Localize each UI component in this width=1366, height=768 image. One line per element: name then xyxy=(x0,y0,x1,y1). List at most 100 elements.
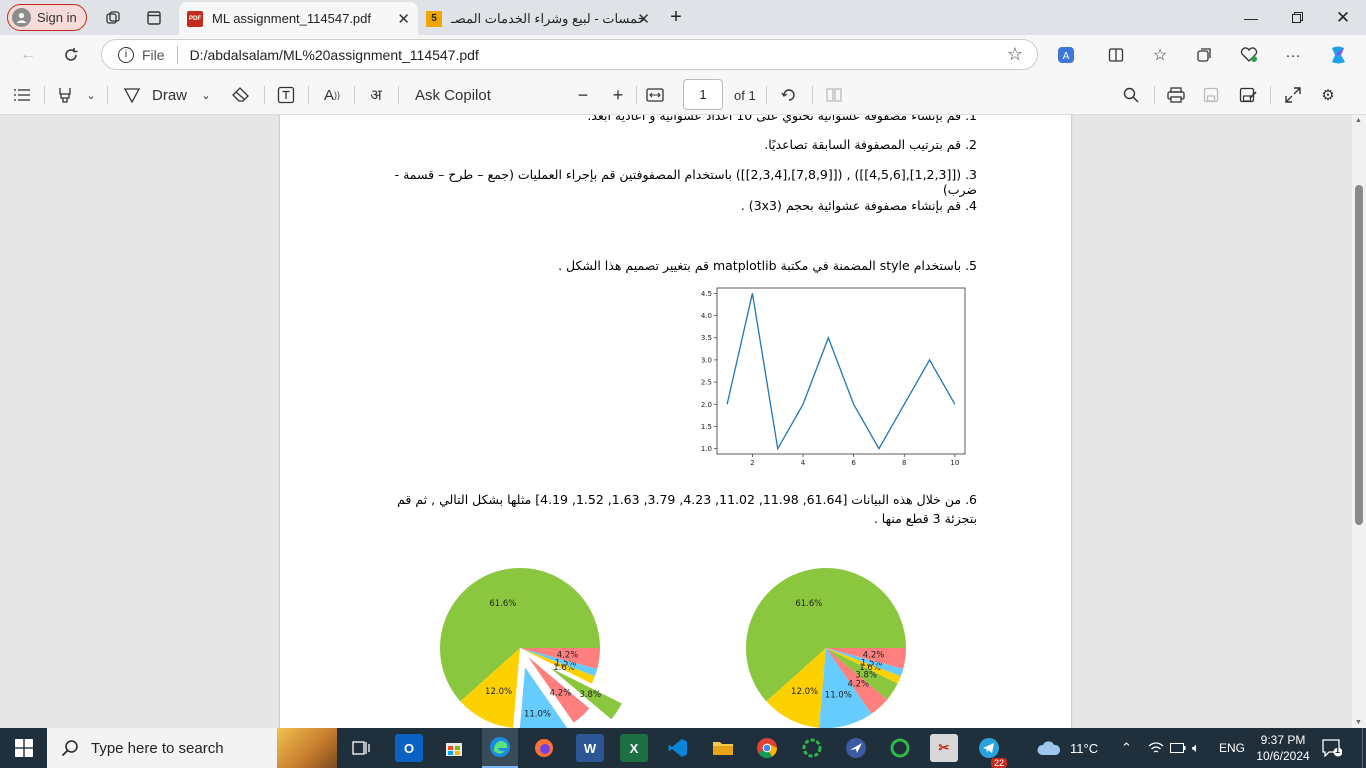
info-icon[interactable]: i xyxy=(118,46,134,63)
draw-button[interactable]: Draw xyxy=(152,75,187,115)
x-tick-label: 4 xyxy=(801,459,806,467)
scroll-down-icon[interactable]: ▼ xyxy=(1355,719,1362,726)
weather-widget[interactable]: 11°C xyxy=(1036,728,1098,768)
pdf-page: 1. قم بإنشاء مصفوفة عشوائية تحتوي على 10… xyxy=(280,115,1071,728)
vscode-icon[interactable] xyxy=(664,734,692,762)
chrome-icon[interactable] xyxy=(753,734,781,762)
pie-slice-label: 61.6% xyxy=(795,599,822,609)
close-tab-icon[interactable]: ✕ xyxy=(397,10,410,28)
task-view-icon[interactable] xyxy=(347,734,375,762)
tab-ml-assignment[interactable]: PDF ML assignment_114547.pdf ✕ xyxy=(179,2,418,35)
microsoft-store-icon[interactable] xyxy=(440,734,468,762)
back-icon[interactable]: ← xyxy=(16,43,40,67)
save-icon[interactable] xyxy=(1200,75,1222,115)
new-tab-button[interactable]: + xyxy=(664,4,688,31)
edge-icon[interactable] xyxy=(482,728,518,768)
outlook-icon[interactable]: O xyxy=(395,734,423,762)
firefox-icon[interactable] xyxy=(530,734,558,762)
page-total: of 1 xyxy=(734,87,756,103)
collections-icon[interactable] xyxy=(1192,43,1216,67)
page-view-icon[interactable] xyxy=(823,75,845,115)
workspaces-icon[interactable] xyxy=(100,4,126,31)
address-bar-row: ← i File D:/abdalsalam/ML%20assignment_1… xyxy=(0,35,1366,75)
sign-in-label: Sign in xyxy=(37,10,77,25)
url-field[interactable]: i File D:/abdalsalam/ML%20assignment_114… xyxy=(101,39,1038,70)
translate-page-icon[interactable]: अ xyxy=(364,75,388,115)
taskbar-search-box[interactable]: Type here to search xyxy=(47,728,337,768)
question-text: باستخدام style المضمنة في مكتبة matplotl… xyxy=(558,258,962,273)
y-tick-label: 3.5 xyxy=(701,334,712,342)
pie-slice-label: 4.2% xyxy=(550,688,572,698)
y-tick-label: 3.0 xyxy=(701,356,712,364)
telegram-icon[interactable]: 22 xyxy=(975,734,1007,768)
close-window-icon[interactable]: ✕ xyxy=(1320,0,1366,35)
question-number: 6. xyxy=(965,492,977,507)
eraser-icon[interactable] xyxy=(230,75,252,115)
battery-icon[interactable] xyxy=(1170,728,1186,768)
excel-icon[interactable]: X xyxy=(620,734,648,762)
read-aloud-icon[interactable]: A)) xyxy=(320,75,344,115)
word-icon[interactable]: W xyxy=(576,734,604,762)
app-tool-icon[interactable]: ✂ xyxy=(930,734,958,762)
clock[interactable]: 9:37 PM 10/6/2024 xyxy=(1255,728,1311,768)
page-number-input[interactable]: 1 xyxy=(683,79,723,110)
highlight-icon[interactable] xyxy=(55,75,75,115)
copilot-icon[interactable] xyxy=(1326,43,1350,67)
notifications-icon[interactable]: 1 xyxy=(1322,728,1342,768)
windows-start-icon[interactable] xyxy=(10,734,38,762)
show-desktop-button[interactable] xyxy=(1362,728,1366,768)
zoom-in-icon[interactable]: + xyxy=(608,75,628,115)
vertical-scrollbar[interactable]: ▲ ▼ xyxy=(1352,115,1366,728)
tab-khamsat[interactable]: 5 خمسات - لبيع وشراء الخدمات المصـ ✕ xyxy=(418,2,658,35)
save-as-icon[interactable] xyxy=(1237,75,1259,115)
question-text: ([[1,2,3],[4,5,6]]) , ([[7,8,9],[2,3,4]]… xyxy=(394,167,977,197)
contents-icon[interactable] xyxy=(10,75,34,115)
show-hidden-icons-icon[interactable]: ⌃ xyxy=(1121,728,1132,768)
more-options-icon[interactable]: ··· xyxy=(1281,43,1305,67)
pdf-viewer[interactable]: 1. قم بإنشاء مصفوفة عشوائية تحتوي على 10… xyxy=(0,115,1352,728)
close-tab-icon[interactable]: ✕ xyxy=(637,10,650,28)
khamsat-icon: 5 xyxy=(426,10,442,27)
app-ring-icon[interactable] xyxy=(798,734,826,762)
split-screen-icon[interactable] xyxy=(1104,43,1128,67)
draw-icon[interactable] xyxy=(122,75,142,115)
rotate-icon[interactable] xyxy=(778,75,800,115)
minimize-icon[interactable]: — xyxy=(1228,0,1274,35)
tab-actions-icon[interactable] xyxy=(141,4,167,31)
favorites-icon[interactable]: ☆ xyxy=(1148,43,1172,67)
question-text: قم بإنشاء مصفوفة عشوائية تحتوي على 10 أع… xyxy=(587,115,962,123)
pie-slice-label: 4.2% xyxy=(863,650,885,660)
refresh-icon[interactable] xyxy=(59,43,83,67)
app-ring-green-icon[interactable] xyxy=(886,734,914,762)
sign-in-button[interactable]: Sign in xyxy=(7,4,87,31)
search-document-icon[interactable] xyxy=(1120,75,1142,115)
search-placeholder: Type here to search xyxy=(91,739,224,757)
question-4: 4. قم بإنشاء مصفوفة عشوائية بحجم (3x3) . xyxy=(417,198,977,213)
question-number: 2. xyxy=(965,137,977,152)
url-text: D:/abdalsalam/ML%20assignment_114547.pdf xyxy=(189,46,479,63)
print-icon[interactable] xyxy=(1165,75,1187,115)
question-text: قم بترتيب المصفوفة السابقة تصاعديًا. xyxy=(764,137,962,152)
favorite-star-icon[interactable]: ☆ xyxy=(1007,44,1023,65)
volume-icon[interactable]: 🔈︎ xyxy=(1192,728,1200,768)
translate-icon[interactable]: A xyxy=(1054,43,1078,67)
question-5: 5. باستخدام style المضمنة في مكتبة matpl… xyxy=(417,258,977,273)
file-explorer-icon[interactable] xyxy=(709,734,737,762)
add-text-icon[interactable] xyxy=(275,75,297,115)
restore-icon[interactable] xyxy=(1274,0,1320,35)
clock-date: 10/6/2024 xyxy=(1256,749,1310,763)
draw-dropdown-icon[interactable]: ⌄ xyxy=(199,75,213,115)
scrollbar-thumb[interactable] xyxy=(1355,185,1363,525)
browser-essentials-icon[interactable] xyxy=(1237,43,1261,67)
zoom-out-icon[interactable]: − xyxy=(573,75,593,115)
cloud-icon xyxy=(1037,741,1061,755)
fit-width-icon[interactable] xyxy=(644,75,666,115)
full-screen-icon[interactable] xyxy=(1282,75,1304,115)
ask-copilot-button[interactable]: Ask Copilot xyxy=(415,75,491,115)
settings-gear-icon[interactable]: ⚙ xyxy=(1317,75,1339,115)
scroll-up-icon[interactable]: ▲ xyxy=(1355,117,1362,124)
network-icon[interactable] xyxy=(1148,728,1164,768)
highlight-dropdown-icon[interactable]: ⌄ xyxy=(84,75,98,115)
input-language[interactable]: ENG xyxy=(1219,728,1245,768)
app-bird-icon[interactable] xyxy=(842,734,870,762)
